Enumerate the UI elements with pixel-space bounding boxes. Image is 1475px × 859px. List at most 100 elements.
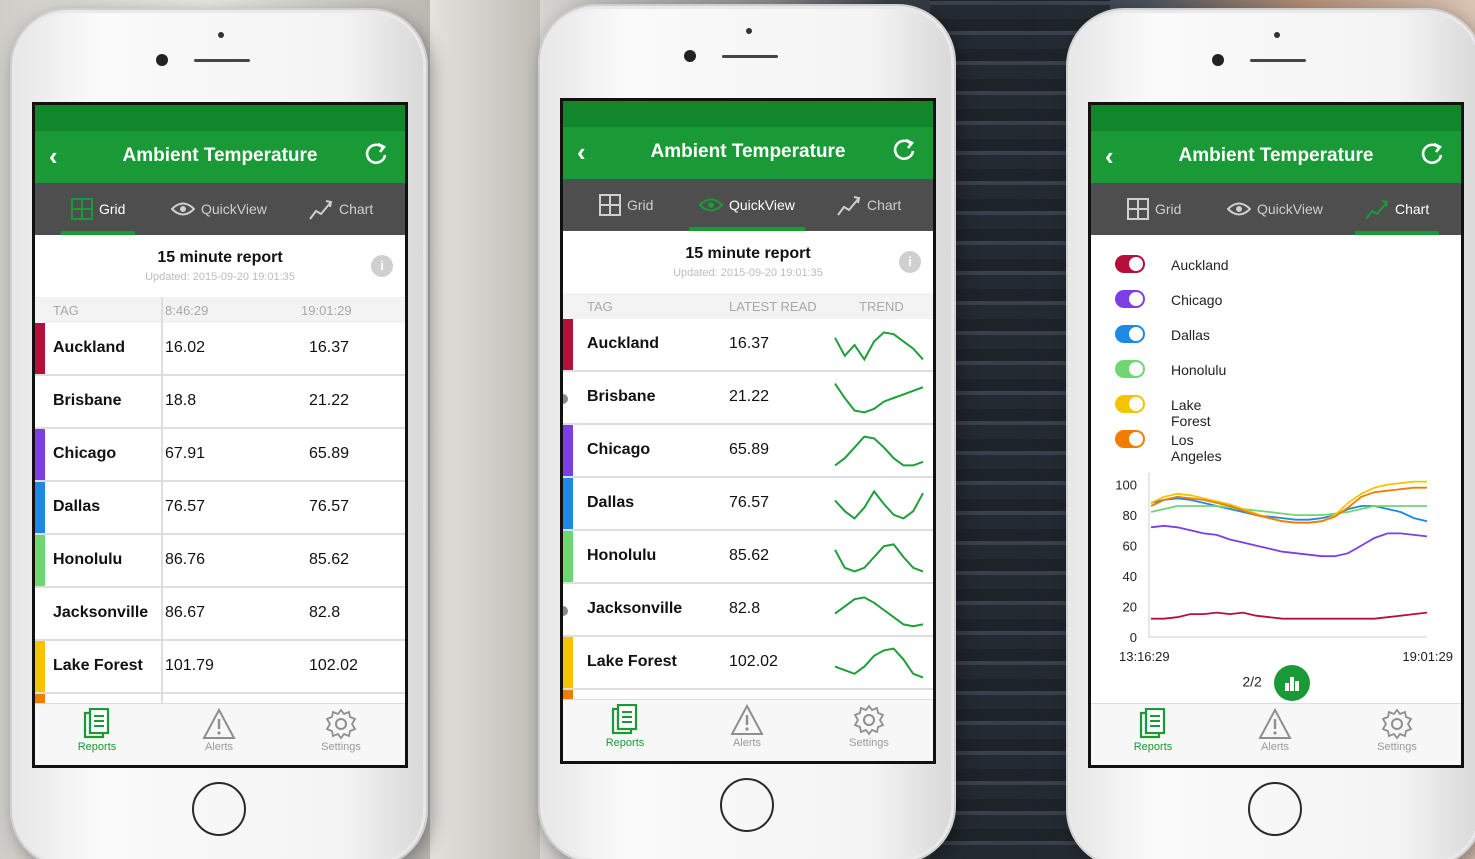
sparkline-path [834,383,924,414]
table-row[interactable]: Dallas 76.57 76.57 [35,482,405,535]
nav-settings[interactable]: Settings [1357,708,1437,753]
nav-settings[interactable]: Settings [829,704,909,749]
series-color-swatch [563,690,573,699]
tab-chart[interactable]: Chart [309,183,373,235]
app-bar: ‹ Ambient Temperature [563,127,933,179]
gear-icon [1381,708,1413,740]
table-row[interactable]: Brisbane 21.22 [563,372,933,425]
latest-read-value: 85.62 [729,547,770,564]
latest-read-value: 16.37 [729,335,770,352]
status-bar [563,101,933,127]
table-row[interactable]: Auckland 16.37 [563,319,933,372]
refresh-icon[interactable] [1417,139,1447,169]
report-updated: Updated: 2015-09-20 19:01:35 [145,271,295,283]
nav-alerts[interactable]: Alerts [179,708,259,753]
report-updated: Updated: 2015-09-20 19:01:35 [673,267,823,279]
tab-grid-label: Grid [99,201,126,217]
series-toggle[interactable] [1115,290,1145,308]
bottom-nav: Reports Alerts Settings [1091,703,1461,765]
home-button[interactable] [720,778,774,832]
value-end: 21.22 [309,392,350,409]
nav-reports[interactable]: Reports [57,708,137,753]
tag-name: Chicago [53,445,117,462]
value-end: 16.37 [309,339,350,356]
refresh-icon[interactable] [889,135,919,165]
series-color-swatch [563,425,573,476]
nav-label: Alerts [732,737,762,749]
table-header: TAG 8:46:29 19:01:29 [35,297,405,323]
gear-icon [853,704,885,736]
nav-alerts[interactable]: Alerts [707,704,787,749]
view-tabs: Grid QuickView Chart [1091,183,1461,235]
bar-chart-icon[interactable] [1273,665,1310,701]
tab-quickview[interactable]: QuickView [1227,183,1323,235]
table-row[interactable]: Brisbane 18.8 21.22 [35,376,405,429]
series-color-swatch [563,531,573,582]
y-tick-label: 100 [1115,478,1137,493]
y-tick-label: 80 [1123,508,1137,523]
reports-icon [611,704,638,735]
table-row[interactable]: Dallas 76.57 [563,478,933,531]
table-row[interactable]: Auckland 16.02 16.37 [35,323,405,376]
table-row[interactable]: Los Angeles97.88 [563,690,933,699]
tab-grid[interactable]: Grid [1127,183,1181,235]
grid-table: Auckland 16.02 16.37 Brisbane 18.8 21.22 Chica… [35,323,405,703]
x-tick-label: 19:01:29 [1402,649,1453,664]
earpiece-speaker [194,59,250,62]
table-row[interactable]: Honolulu 86.76 85.62 [35,535,405,588]
series-toggle[interactable] [1115,395,1145,413]
series-toggle[interactable] [1115,360,1145,378]
line-chart-icon [837,196,861,216]
series-toggle[interactable] [1115,430,1145,448]
table-header: TAG LATEST READ TREND [563,293,933,319]
screen: ‹ Ambient Temperature Grid QuickView Cha… [1088,102,1464,768]
nav-label: Reports [605,737,645,749]
tag-name: Jacksonville [53,604,149,621]
nav-label: Reports [77,741,117,753]
series-line-auckland [1151,611,1428,620]
table-row[interactable]: Lake Forest 102.02 [563,637,933,690]
sparkline-path [834,435,924,467]
legend-label: Honolulu [1171,362,1227,378]
series-line-chicago [1150,524,1428,558]
tab-quickview[interactable]: QuickView [689,179,805,231]
nav-settings[interactable]: Settings [301,708,381,753]
sparkline-path [834,489,924,520]
status-bar [1091,105,1461,131]
tab-chart[interactable]: Chart [1354,183,1440,235]
grid-icon [71,198,93,220]
home-button[interactable] [192,782,246,836]
table-row[interactable]: Chicago 67.91 65.89 [35,429,405,482]
series-line-dallas [1150,497,1428,523]
value-end: 65.89 [309,445,350,462]
table-row[interactable]: Honolulu 85.62 [563,531,933,584]
tab-grid[interactable]: Grid [599,179,653,231]
series-color-swatch [563,637,573,688]
info-icon[interactable]: i [371,255,393,277]
trend-sparkline [834,543,924,573]
nav-reports[interactable]: Reports [1113,708,1193,753]
nav-alerts[interactable]: Alerts [1235,708,1315,753]
series-color-swatch [35,482,45,533]
eye-icon [171,202,195,216]
tab-grid[interactable]: Grid [60,183,136,235]
phone-grid: ‹ Ambient Temperature Grid QuickView Cha… [10,8,428,859]
refresh-icon[interactable] [361,139,391,169]
series-toggle[interactable] [1115,255,1145,273]
status-bar [35,105,405,131]
series-color-swatch [563,319,573,370]
y-tick-label: 40 [1123,569,1137,584]
nav-reports[interactable]: Reports [585,704,665,749]
info-icon[interactable]: i [899,251,921,273]
table-row[interactable]: Jacksonville 82.8 [563,584,933,637]
table-row[interactable]: Chicago 65.89 [563,425,933,478]
column-header-time-start: 8:46:29 [165,303,209,318]
table-row[interactable]: Lake Forest 101.79 102.02 [35,641,405,694]
legend-label: Lake Forest [1171,397,1211,429]
series-color-swatch [35,429,45,480]
series-toggle[interactable] [1115,325,1145,343]
tab-chart[interactable]: Chart [837,179,901,231]
table-row[interactable]: Jacksonville 86.67 82.8 [35,588,405,641]
tab-quickview[interactable]: QuickView [171,183,267,235]
home-button[interactable] [1248,782,1302,836]
